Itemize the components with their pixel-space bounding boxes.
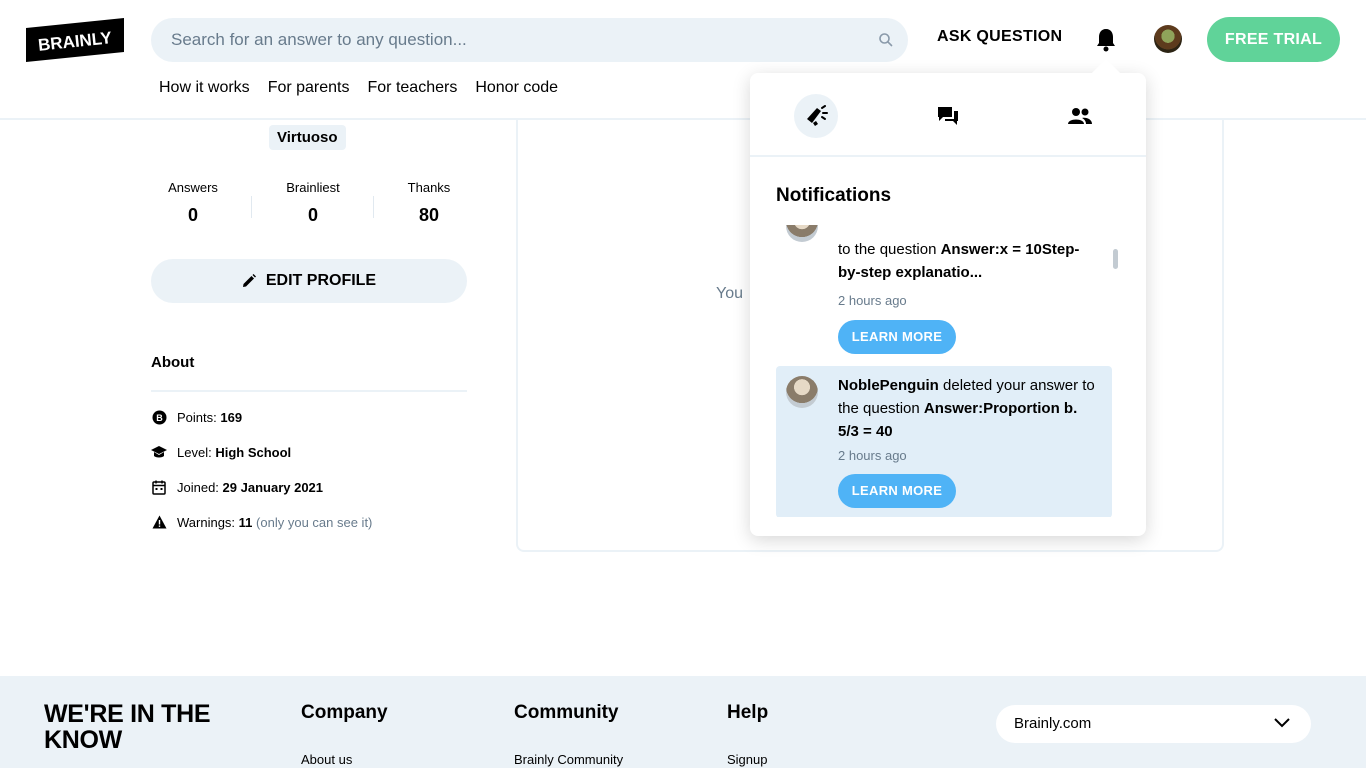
header: BRAINLY ASK QUESTION FREE TRIAL How it w… xyxy=(0,0,1366,120)
joined-row: Joined: 29 January 2021 xyxy=(151,479,323,495)
tab-friends[interactable] xyxy=(1058,94,1102,138)
tab-notifications[interactable] xyxy=(794,94,838,138)
stat-value: 0 xyxy=(307,205,318,225)
stat-label: Thanks xyxy=(407,180,451,195)
brainly-logo[interactable]: BRAINLY xyxy=(26,18,124,62)
footer-heading: Community xyxy=(514,702,619,723)
notification-avatar xyxy=(786,225,818,242)
stat-divider xyxy=(251,196,252,218)
level-row: Level: High School xyxy=(151,444,291,460)
market-select-value: Brainly.com xyxy=(1014,715,1092,732)
notification-tabs xyxy=(750,73,1146,157)
edit-profile-button[interactable]: EDIT PROFILE xyxy=(151,259,467,303)
market-select[interactable]: Brainly.com xyxy=(996,705,1311,743)
notification-user: NoblePenguin xyxy=(838,377,939,394)
points-label: Points: xyxy=(177,409,217,425)
rank-badge: Virtuoso xyxy=(269,125,346,150)
level-label: Level: xyxy=(177,444,212,460)
warning-icon xyxy=(151,514,167,530)
footer-link[interactable]: Signup xyxy=(727,752,768,767)
level-value: High School xyxy=(215,444,292,460)
users-icon xyxy=(1068,108,1092,124)
nav-how-it-works[interactable]: How it works xyxy=(159,79,250,97)
notification-avatar xyxy=(786,376,818,408)
empty-state-text: You xyxy=(716,285,743,302)
nav-for-parents[interactable]: For parents xyxy=(268,79,350,97)
footer-heading: Company xyxy=(301,702,388,723)
graduation-cap-icon xyxy=(151,444,167,460)
points-icon: B xyxy=(151,409,167,425)
notifications-title: Notifications xyxy=(776,185,892,206)
free-trial-button[interactable]: FREE TRIAL xyxy=(1207,17,1340,62)
nav-for-teachers[interactable]: For teachers xyxy=(368,79,458,97)
stat-thanks: Thanks 80 xyxy=(384,180,474,226)
joined-value: 29 January 2021 xyxy=(222,479,324,495)
notification-list[interactable]: to the question Answer:x = 10Step-by-ste… xyxy=(776,225,1116,517)
svg-text:B: B xyxy=(156,413,163,423)
stat-label: Brainliest xyxy=(286,180,340,195)
footer-column-community: Community Brainly Community xyxy=(514,702,623,767)
search-bar[interactable] xyxy=(151,18,908,62)
divider xyxy=(151,390,467,392)
notification-pre: to the question xyxy=(838,241,941,258)
points-row: B Points: 169 xyxy=(151,409,242,425)
stat-value: 80 xyxy=(418,205,440,225)
notifications-dropdown: Notifications to the question Answer:x =… xyxy=(750,73,1146,536)
notification-time: 2 hours ago xyxy=(838,293,907,308)
bell-icon[interactable] xyxy=(1094,27,1118,53)
warnings-label: Warnings: xyxy=(177,514,236,530)
notification-scrollbar[interactable] xyxy=(1113,249,1118,269)
chevron-down-icon xyxy=(1274,718,1290,728)
footer-heading: Help xyxy=(727,702,769,723)
warnings-value: 11 xyxy=(238,514,253,530)
stat-brainliest: Brainliest 0 xyxy=(268,180,358,226)
tab-messages[interactable] xyxy=(926,94,970,138)
notification-text: to the question Answer:x = 10Step-by-ste… xyxy=(838,238,1100,284)
points-value: 169 xyxy=(220,409,243,425)
notification-text: NoblePenguin deleted your answer to the … xyxy=(838,374,1100,443)
footer-link[interactable]: Brainly Community xyxy=(514,752,623,767)
notification-time: 2 hours ago xyxy=(838,448,907,463)
stat-answers: Answers 0 xyxy=(148,180,238,226)
joined-label: Joined: xyxy=(177,479,219,495)
warnings-row: Warnings: 11 (only you can see it) xyxy=(151,514,372,530)
learn-more-button[interactable]: LEARN MORE xyxy=(838,474,956,508)
stat-value: 0 xyxy=(187,205,198,225)
notification-item[interactable]: to the question Answer:x = 10Step-by-ste… xyxy=(776,225,1112,355)
main-nav: How it works For parents For teachers Ho… xyxy=(159,79,558,97)
user-avatar[interactable] xyxy=(1154,25,1182,53)
nav-honor-code[interactable]: Honor code xyxy=(475,79,558,97)
calendar-icon xyxy=(151,479,167,495)
chat-icon xyxy=(938,107,958,125)
megaphone-icon xyxy=(807,105,828,126)
footer-column-company: Company About us xyxy=(301,702,388,767)
ask-question-button[interactable]: ASK QUESTION xyxy=(937,28,1062,46)
footer: WE'RE IN THE KNOW Company About us Commu… xyxy=(0,676,1366,768)
footer-slogan: WE'RE IN THE KNOW xyxy=(44,700,211,754)
search-icon[interactable] xyxy=(878,32,894,48)
search-input[interactable] xyxy=(171,18,861,62)
pencil-icon xyxy=(242,274,256,287)
notification-item[interactable]: NoblePenguin deleted your answer to the … xyxy=(776,366,1112,517)
stat-label: Answers xyxy=(168,180,218,195)
footer-column-help: Help Signup xyxy=(727,702,768,767)
learn-more-button[interactable]: LEARN MORE xyxy=(838,320,956,354)
stat-divider xyxy=(373,196,374,218)
footer-link[interactable]: About us xyxy=(301,752,388,767)
warnings-note: (only you can see it) xyxy=(256,514,373,530)
edit-profile-label: EDIT PROFILE xyxy=(265,272,377,289)
about-heading: About xyxy=(151,354,195,371)
